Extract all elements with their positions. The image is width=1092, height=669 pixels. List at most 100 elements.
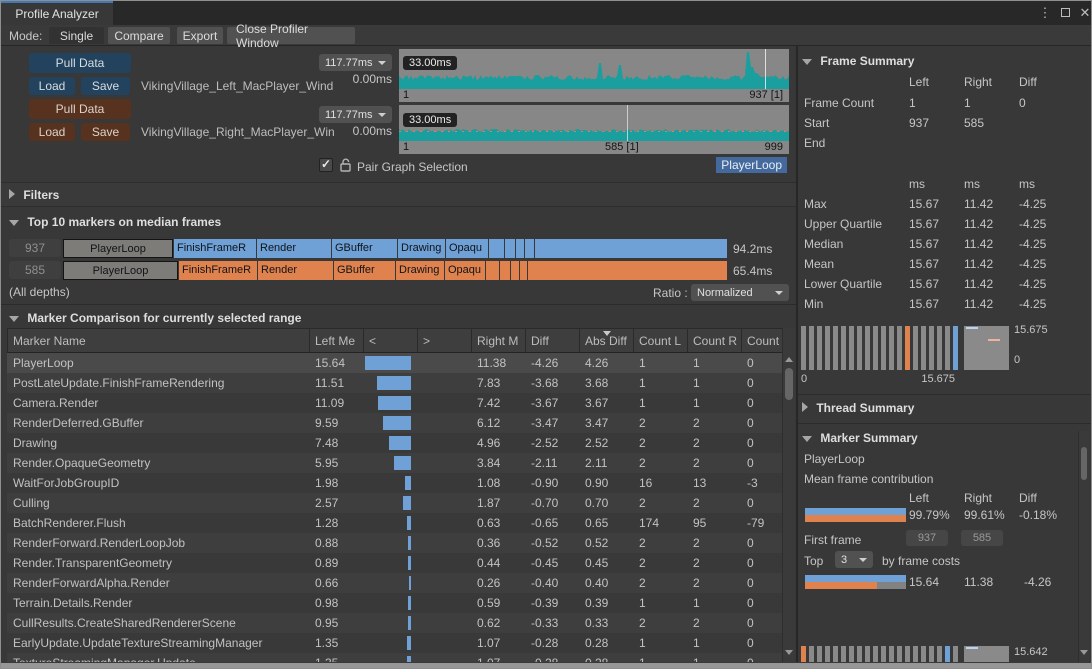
lock-icon[interactable] <box>339 157 352 173</box>
stat-row-cell: 15.67 <box>909 237 939 251</box>
marker-segment[interactable] <box>528 261 727 280</box>
marker-segment[interactable] <box>520 261 527 280</box>
stat-row-cell: -4.25 <box>1019 277 1046 291</box>
frame-number-badge-left[interactable]: 937 <box>9 239 61 257</box>
comparison-scrollbar[interactable] <box>782 328 795 662</box>
cell: PlayerLoop <box>7 353 309 373</box>
save-button-right[interactable]: Save <box>81 123 130 141</box>
scroll-down-icon[interactable] <box>1080 650 1088 655</box>
marker-segment[interactable] <box>505 239 515 258</box>
close-icon[interactable]: ✕ <box>1077 5 1092 21</box>
load-button-left[interactable]: Load <box>29 77 75 95</box>
export-button[interactable]: Export <box>177 27 223 44</box>
cell: 0 <box>741 533 782 553</box>
table-row[interactable]: PostLateUpdate.FinishFrameRendering11.51… <box>7 373 782 393</box>
ratio-dropdown[interactable]: Normalized <box>691 284 789 301</box>
marker-segment[interactable]: Drawing <box>398 239 445 258</box>
frame-graph-right[interactable] <box>399 105 789 141</box>
marker-segment[interactable]: Opaqu <box>446 239 488 258</box>
top-n-dropdown[interactable]: 3 <box>835 551 873 568</box>
table-row[interactable]: RenderDeferred.GBuffer9.596.12-3.473.472… <box>7 413 782 433</box>
marker-segment[interactable] <box>511 261 519 280</box>
column-header-count-d[interactable]: Count D <box>742 329 783 352</box>
table-row[interactable]: Terrain.Details.Render0.980.59-0.390.391… <box>7 593 782 613</box>
mode-single-button[interactable]: Single <box>49 27 104 44</box>
scrollbar-thumb[interactable] <box>785 368 793 400</box>
table-row[interactable]: TextureStreamingManager.Update1.351.07-0… <box>7 653 782 662</box>
histogram-bar <box>849 326 854 370</box>
summary-scrollbar[interactable] <box>1078 431 1089 662</box>
marker-summary-header[interactable]: Marker Summary <box>802 431 918 445</box>
marker-segment[interactable] <box>486 261 499 280</box>
marker-segment[interactable]: GBuffer <box>334 261 395 280</box>
comparison-table-header[interactable]: Marker NameLeft Me<>Right MDiffAbs DiffC… <box>7 328 784 353</box>
scroll-down-icon[interactable] <box>785 650 793 655</box>
table-row[interactable]: Drawing7.484.96-2.522.52220 <box>7 433 782 453</box>
column-header-diff[interactable]: Diff <box>526 329 580 352</box>
marker-segment[interactable] <box>535 239 727 258</box>
marker-segment[interactable]: Opaqu <box>445 261 485 280</box>
table-row[interactable]: Render.TransparentGeometry0.890.44-0.450… <box>7 553 782 573</box>
comparison-header[interactable]: Marker Comparison for currently selected… <box>9 311 301 325</box>
axis-end-right: 999 <box>765 141 783 153</box>
column-header-marker-name[interactable]: Marker Name <box>8 329 310 352</box>
marker-segment[interactable]: FinishFrameR <box>174 239 256 258</box>
table-row[interactable]: Render.OpaqueGeometry5.953.84-2.112.1122… <box>7 453 782 473</box>
table-row[interactable]: RenderForward.RenderLoopJob0.880.36-0.52… <box>7 533 782 553</box>
frame-summary-header[interactable]: Frame Summary <box>802 54 914 68</box>
first-frame-button-left[interactable]: 937 <box>906 530 948 546</box>
column-header--[interactable]: < <box>364 329 418 352</box>
marker-segment[interactable] <box>516 239 524 258</box>
frame-number-badge-right[interactable]: 585 <box>9 261 61 279</box>
table-row[interactable]: BatchRenderer.Flush1.280.63-0.650.651749… <box>7 513 782 533</box>
table-row[interactable]: CullResults.CreateSharedRendererScene0.9… <box>7 613 782 633</box>
filters-section[interactable]: Filters <box>1 182 796 207</box>
column-header-count-r[interactable]: Count R <box>688 329 742 352</box>
scroll-up-icon[interactable] <box>785 357 793 362</box>
table-row[interactable]: Culling2.571.87-0.700.70220 <box>7 493 782 513</box>
column-header-abs-diff[interactable]: Abs Diff <box>580 329 634 352</box>
column-header-right-m[interactable]: Right M <box>472 329 526 352</box>
range-max-dropdown-left[interactable]: 117.77ms <box>319 54 392 71</box>
mode-compare-button[interactable]: Compare <box>108 27 170 44</box>
pair-graph-selection-checkbox[interactable] <box>319 158 333 172</box>
marker-segment[interactable]: PlayerLoop <box>63 239 173 258</box>
maximize-icon[interactable] <box>1057 5 1073 21</box>
marker-segment[interactable]: PlayerLoop <box>63 261 178 280</box>
cell: 0.36 <box>471 533 525 553</box>
scrollbar-thumb[interactable] <box>1081 447 1087 480</box>
cell <box>417 573 471 593</box>
marker-segment[interactable]: Render <box>257 239 331 258</box>
marker-segment[interactable]: FinishFrameR <box>179 261 257 280</box>
marker-segment[interactable]: GBuffer <box>332 239 397 258</box>
marker-segment[interactable] <box>489 239 504 258</box>
thread-summary-header[interactable]: Thread Summary <box>802 401 914 415</box>
column-header-left-me[interactable]: Left Me <box>310 329 364 352</box>
column-header-count-l[interactable]: Count L <box>634 329 688 352</box>
table-row[interactable]: RenderForwardAlpha.Render0.660.26-0.400.… <box>7 573 782 593</box>
marker-segment[interactable]: Drawing <box>396 261 444 280</box>
range-max-dropdown-right[interactable]: 117.77ms <box>319 106 392 123</box>
pull-data-button-left[interactable]: Pull Data <box>29 53 131 73</box>
pull-data-button-right[interactable]: Pull Data <box>29 99 131 119</box>
save-button-left[interactable]: Save <box>81 77 130 95</box>
load-button-right[interactable]: Load <box>29 123 75 141</box>
marker-segment[interactable] <box>525 239 534 258</box>
tab-profile-analyzer[interactable]: Profile Analyzer <box>1 1 113 25</box>
first-frame-button-right[interactable]: 585 <box>961 530 1003 546</box>
table-row[interactable]: EarlyUpdate.UpdateTextureStreamingManage… <box>7 633 782 653</box>
marker-segment[interactable]: Render <box>258 261 333 280</box>
frame-graph-left[interactable] <box>399 49 789 89</box>
frame-time-boxplot[interactable] <box>964 326 1009 370</box>
close-profiler-window-button[interactable]: Close Profiler Window <box>227 27 355 44</box>
kebab-menu-icon[interactable]: ⋮ <box>1037 5 1053 21</box>
marker-segment[interactable] <box>500 261 510 280</box>
column-header--[interactable]: > <box>418 329 472 352</box>
marker-summary-columns: Left Right Diff <box>798 491 1092 509</box>
table-row[interactable]: Camera.Render11.097.42-3.673.67110 <box>7 393 782 413</box>
table-row[interactable]: PlayerLoop15.6411.38-4.264.26110 <box>7 353 782 373</box>
cell <box>363 573 417 593</box>
table-row[interactable]: WaitForJobGroupID1.981.08-0.900.901613-3 <box>7 473 782 493</box>
cell: 0.26 <box>471 573 525 593</box>
top10-header[interactable]: Top 10 markers on median frames <box>9 215 221 229</box>
